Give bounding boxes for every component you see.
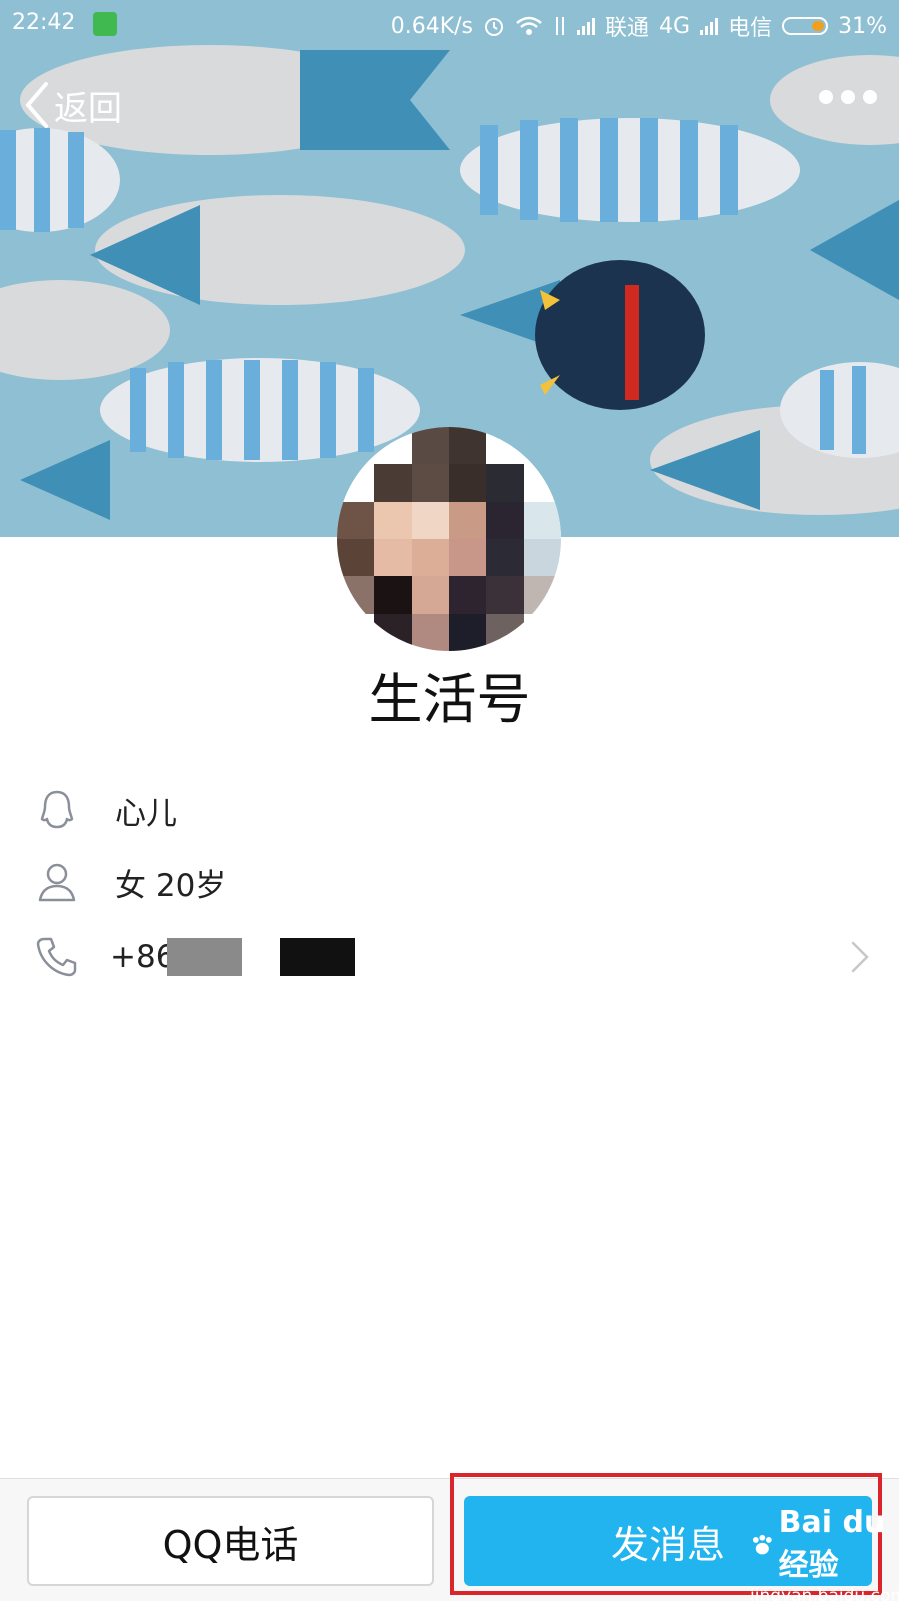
avatar[interactable] [337,427,561,651]
more-dot-icon [819,90,833,104]
gender-age-row: 女 20岁 [0,847,899,917]
wifi-icon [516,16,542,35]
qq-call-button[interactable]: QQ电话 [27,1496,434,1586]
net-speed: 0.64K/s [390,13,474,39]
back-button[interactable]: 返回 [22,80,122,130]
alarm-icon [485,18,504,36]
carrier-2: 电信 [728,16,773,41]
redacted-block [167,938,243,976]
gender-age-text: 女 20岁 [115,867,227,904]
nickname-row: 心儿 [0,775,899,845]
profile-name: 生活号 [368,668,531,731]
signal-icon [700,17,719,35]
paw-icon [752,1534,772,1554]
chevron-left-icon [25,82,48,128]
status-time: 22:42 [12,10,76,35]
more-options-button[interactable] [819,90,877,104]
person-icon [38,863,76,902]
watermark-url: jingyan.baidu.com [750,1586,899,1606]
network-type: 4G [659,13,691,39]
battery-icon [782,17,829,35]
app-notification-icon [93,12,117,36]
qq-penguin-icon [40,790,74,829]
phone-icon [36,937,77,977]
watermark-brand: Bai du 经验 [778,1505,886,1583]
phone-prefix: +86 [110,939,176,975]
chevron-right-icon[interactable] [849,939,871,975]
more-dot-icon [841,90,855,104]
redacted-block [280,938,356,976]
pixelated-avatar-image [337,427,561,651]
back-label: 返回 [54,88,122,129]
signal-icon [577,17,596,35]
phone-number-redacted: +86 [110,938,356,976]
top-navigation: 返回 [0,70,899,140]
data-transfer-icon [556,17,565,35]
redacted-block [242,938,281,976]
status-bar: 22:42 0.64K/s 联通 4G 电信 31% [0,0,899,48]
baidu-watermark: Bai du 经验 jingyan.baidu.com [750,1505,899,1606]
nickname-text: 心儿 [115,795,177,832]
carrier-1: 联通 [605,16,650,41]
battery-percent: 31% [838,13,887,39]
more-dot-icon [863,90,877,104]
